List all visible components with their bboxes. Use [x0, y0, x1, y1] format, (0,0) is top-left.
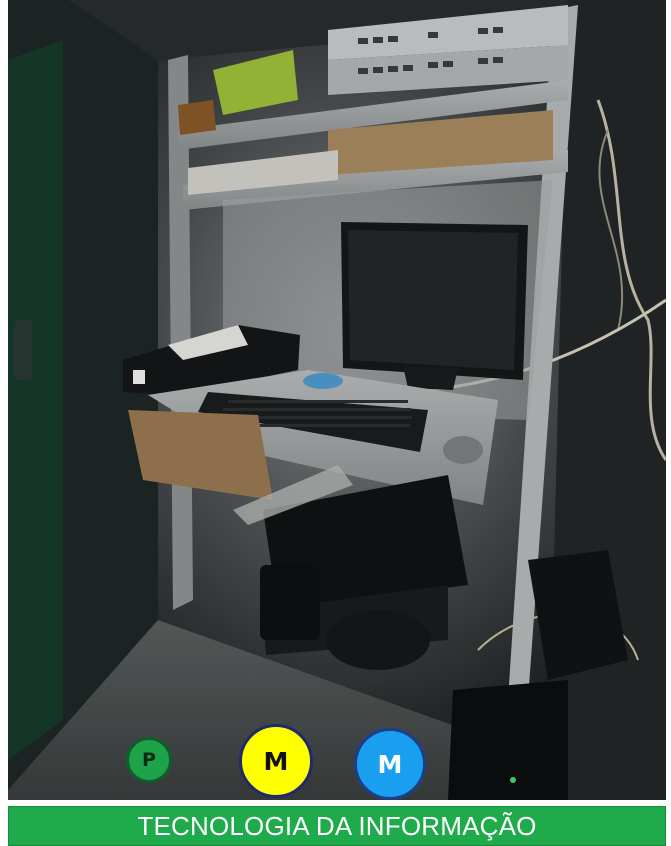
image-frame: P M M TECNOLOGIA DA INFORMAÇÃO: [0, 0, 671, 846]
server-rack-photo: [8, 0, 666, 800]
badge-m-yellow: M: [239, 724, 313, 798]
badge-m-yellow-letter: M: [263, 746, 289, 776]
badge-p-letter: P: [142, 749, 156, 771]
footer-title: TECNOLOGIA DA INFORMAÇÃO: [137, 811, 537, 841]
badge-m-blue: M: [354, 728, 426, 800]
badge-m-blue-letter: M: [377, 749, 403, 779]
footer-banner: TECNOLOGIA DA INFORMAÇÃO: [8, 806, 666, 846]
badge-p: P: [126, 737, 172, 783]
